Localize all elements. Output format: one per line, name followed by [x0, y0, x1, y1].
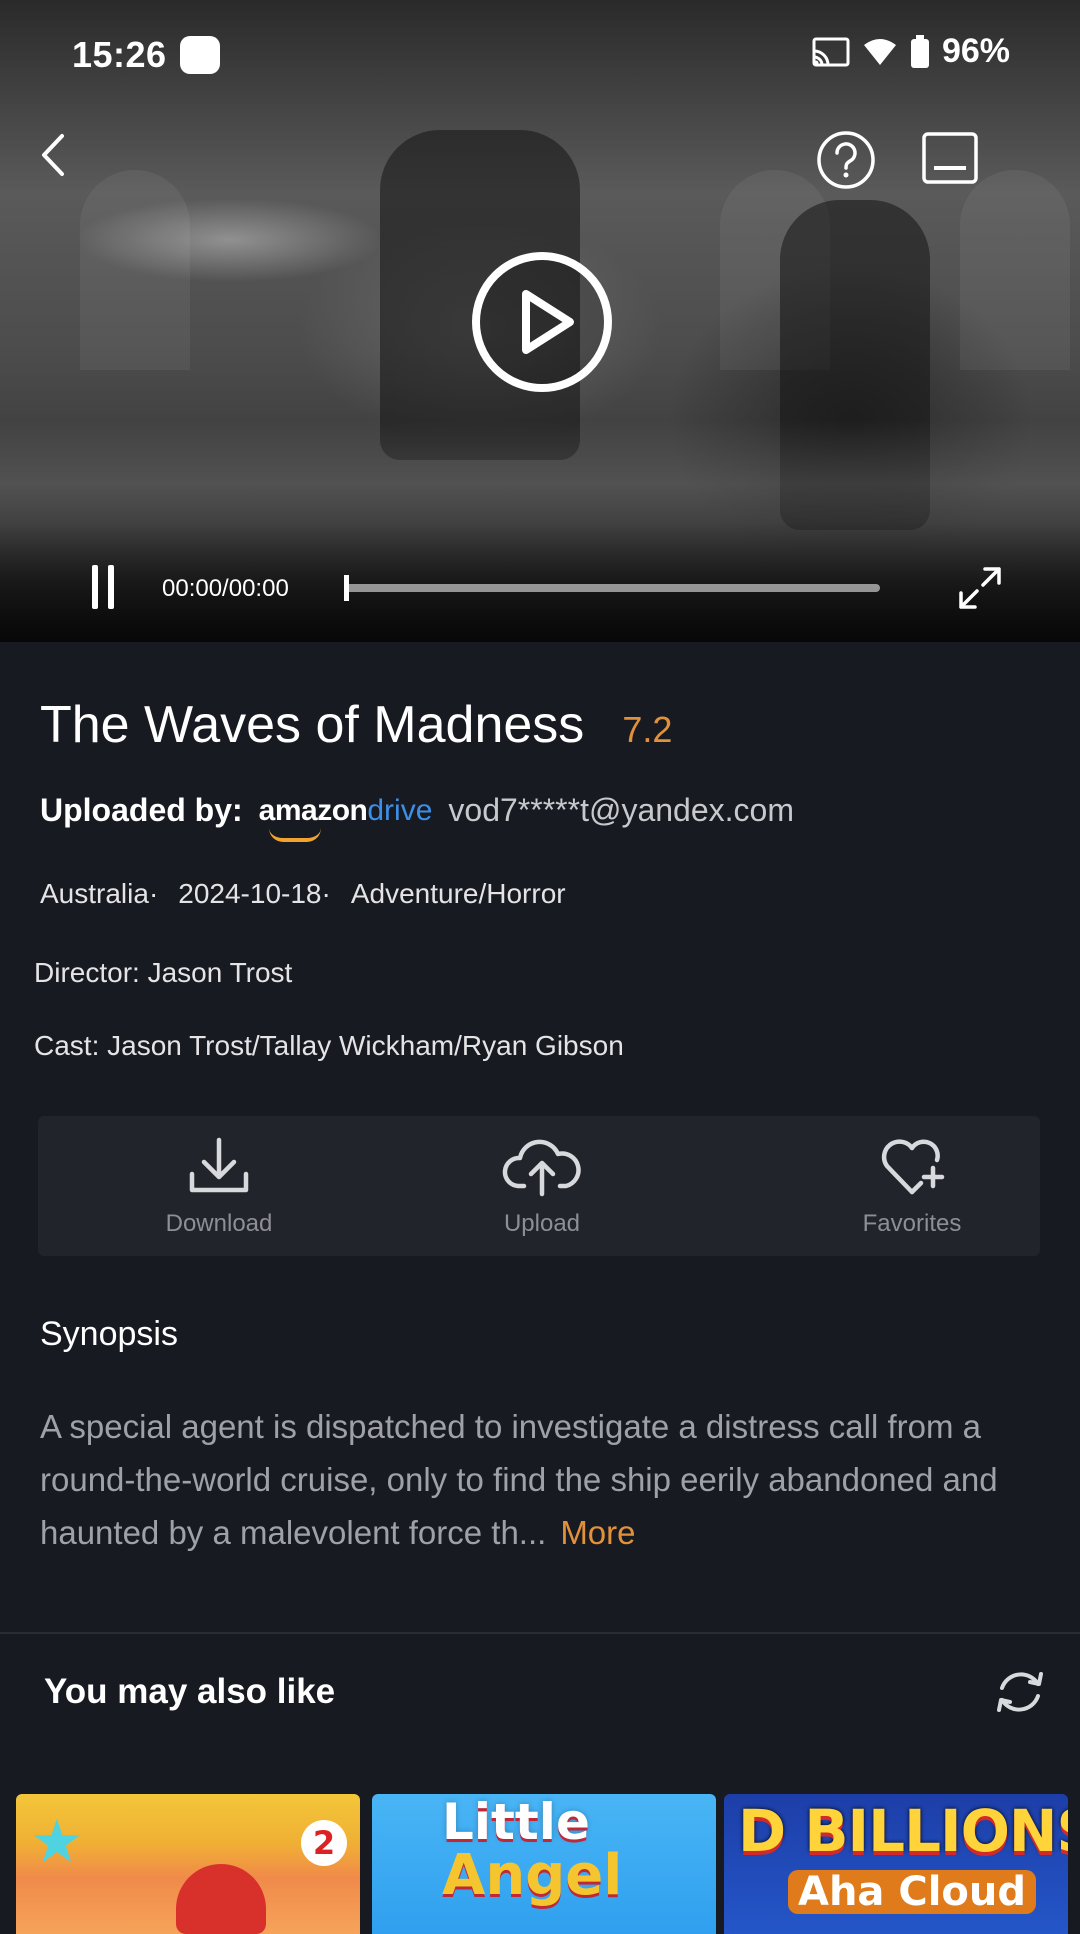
upload-label: Upload: [503, 1210, 581, 1237]
pause-button[interactable]: [88, 565, 118, 609]
recommendations-heading: You may also like: [44, 1672, 336, 1711]
movie-meta: Australia· 2024-10-18· Adventure/Horror: [40, 878, 566, 910]
download-label: Download: [165, 1210, 273, 1237]
status-icons: 96%: [812, 32, 1010, 71]
movie-cast: Cast: Jason Trost/Tallay Wickham/Ryan Gi…: [34, 1030, 624, 1061]
back-button[interactable]: [28, 120, 78, 190]
amazon-smile-icon: [268, 828, 321, 842]
amazon-drive-logo: amazon drive: [258, 793, 433, 842]
pause-icon: [92, 565, 98, 609]
uploaded-by-label: Uploaded by:: [40, 792, 243, 828]
download-button[interactable]: Download: [119, 1134, 319, 1238]
player-controls: 00:00/00:00: [0, 555, 1080, 625]
drive-logo-word: drive: [367, 793, 433, 827]
play-button[interactable]: [470, 250, 614, 394]
refresh-button[interactable]: [990, 1662, 1050, 1722]
download-icon: [189, 1137, 249, 1193]
video-player[interactable]: 15:26 96% 00:00/00:00: [0, 0, 1080, 642]
action-bar: Download Upload Favorites: [38, 1116, 1040, 1256]
battery-percentage: 96%: [941, 32, 1010, 70]
thumbnail-title: Angel: [442, 1843, 623, 1908]
help-icon: [817, 131, 875, 189]
title-row: The Waves of Madness 7.2: [40, 695, 672, 755]
cast-icon: [812, 37, 850, 66]
synopsis-body: A special agent is dispatched to investi…: [40, 1408, 998, 1551]
uploader-row: Uploaded by: amazon drive vod7*****t@yand…: [40, 792, 794, 842]
wifi-icon: [863, 38, 896, 65]
thumbnail-character: [176, 1864, 266, 1934]
upload-button[interactable]: Upload: [442, 1134, 642, 1238]
episode-badge: 2: [301, 1820, 347, 1866]
recommendations-row: ★ 2 Little Angel D BILLIONS Aha Cloud: [16, 1794, 1076, 1934]
thumbnail-title: D BILLIONS: [738, 1797, 1068, 1865]
battery-icon: [910, 34, 929, 68]
recommendation-card[interactable]: D BILLIONS Aha Cloud: [724, 1794, 1068, 1934]
amazon-logo-word: amazon: [258, 793, 368, 827]
recommendation-card[interactable]: Little Angel: [372, 1794, 716, 1934]
movie-date: 2024-10-18·: [178, 878, 331, 909]
fullscreen-icon: [959, 567, 1001, 609]
recommendation-card[interactable]: ★ 2: [16, 1794, 360, 1934]
notification-icon: [180, 36, 220, 74]
subtitles-button[interactable]: [920, 130, 980, 186]
section-divider: [0, 1632, 1080, 1634]
status-bar: 15:26 96%: [0, 0, 1080, 110]
favorites-button[interactable]: Favorites: [812, 1134, 1012, 1238]
synopsis-text: A special agent is dispatched to investi…: [40, 1400, 1030, 1559]
movie-genre: Adventure/Horror: [350, 878, 566, 909]
movie-director: Director: Jason Trost: [34, 957, 293, 988]
background-arch: [80, 170, 190, 370]
heart-plus-icon: [881, 1139, 945, 1195]
synopsis-heading: Synopsis: [40, 1315, 178, 1353]
refresh-icon: [997, 1672, 1043, 1712]
star-icon: ★: [30, 1808, 84, 1875]
movie-country: Australia·: [40, 878, 159, 909]
status-time: 15:26: [72, 34, 167, 75]
playback-time: 00:00/00:00: [162, 575, 289, 602]
thumbnail-subtitle: Aha Cloud: [788, 1870, 1037, 1914]
subtitles-icon: [922, 132, 978, 184]
more-link[interactable]: More: [560, 1514, 635, 1551]
thumbnail-title: Little: [442, 1794, 590, 1851]
background-arch: [960, 170, 1070, 370]
progress-thumb[interactable]: [344, 575, 349, 601]
favorites-label: Favorites: [862, 1210, 962, 1237]
play-icon: [472, 252, 612, 392]
back-arrow-icon: [42, 134, 64, 176]
movie-rating: 7.2: [622, 709, 673, 750]
progress-bar[interactable]: [344, 584, 880, 592]
movie-title: The Waves of Madness: [40, 696, 585, 754]
uploader-email: vod7*****t@yandex.com: [448, 792, 794, 828]
help-button[interactable]: [816, 130, 876, 190]
fullscreen-button[interactable]: [955, 563, 1005, 613]
pause-icon: [108, 565, 114, 609]
upload-cloud-icon: [502, 1139, 581, 1197]
